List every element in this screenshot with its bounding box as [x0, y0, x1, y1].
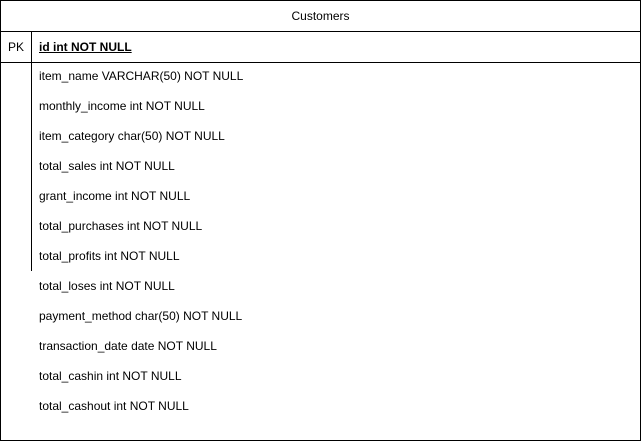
- primary-key-row[interactable]: PK id int NOT NULL: [1, 32, 640, 63]
- primary-key-label: PK: [1, 32, 32, 62]
- attribute-total-cashin[interactable]: total_cashin int NOT NULL: [39, 363, 243, 393]
- attribute-total-cashout[interactable]: total_cashout int NOT NULL: [39, 393, 243, 423]
- primary-key-field: id int NOT NULL: [39, 40, 132, 54]
- attribute-total-sales[interactable]: total_sales int NOT NULL: [39, 153, 243, 183]
- attribute-item-category[interactable]: item_category char(50) NOT NULL: [39, 123, 243, 153]
- entity-title: Customers: [1, 1, 640, 32]
- attribute-payment-method[interactable]: payment_method char(50) NOT NULL: [39, 303, 243, 333]
- attribute-total-loses[interactable]: total_loses int NOT NULL: [39, 273, 243, 303]
- attribute-monthly-income[interactable]: monthly_income int NOT NULL: [39, 93, 243, 123]
- customers-entity-table[interactable]: Customers PK id int NOT NULL item_name V…: [0, 0, 641, 441]
- attribute-item-name[interactable]: item_name VARCHAR(50) NOT NULL: [39, 63, 243, 93]
- key-column-divider: [31, 63, 32, 271]
- attribute-total-profits[interactable]: total_profits int NOT NULL: [39, 243, 243, 273]
- attribute-grant-income[interactable]: grant_income int NOT NULL: [39, 183, 243, 213]
- attribute-total-purchases[interactable]: total_purchases int NOT NULL: [39, 213, 243, 243]
- attribute-transaction-date[interactable]: transaction_date date NOT NULL: [39, 333, 243, 363]
- attribute-list: item_name VARCHAR(50) NOT NULL monthly_i…: [39, 63, 243, 423]
